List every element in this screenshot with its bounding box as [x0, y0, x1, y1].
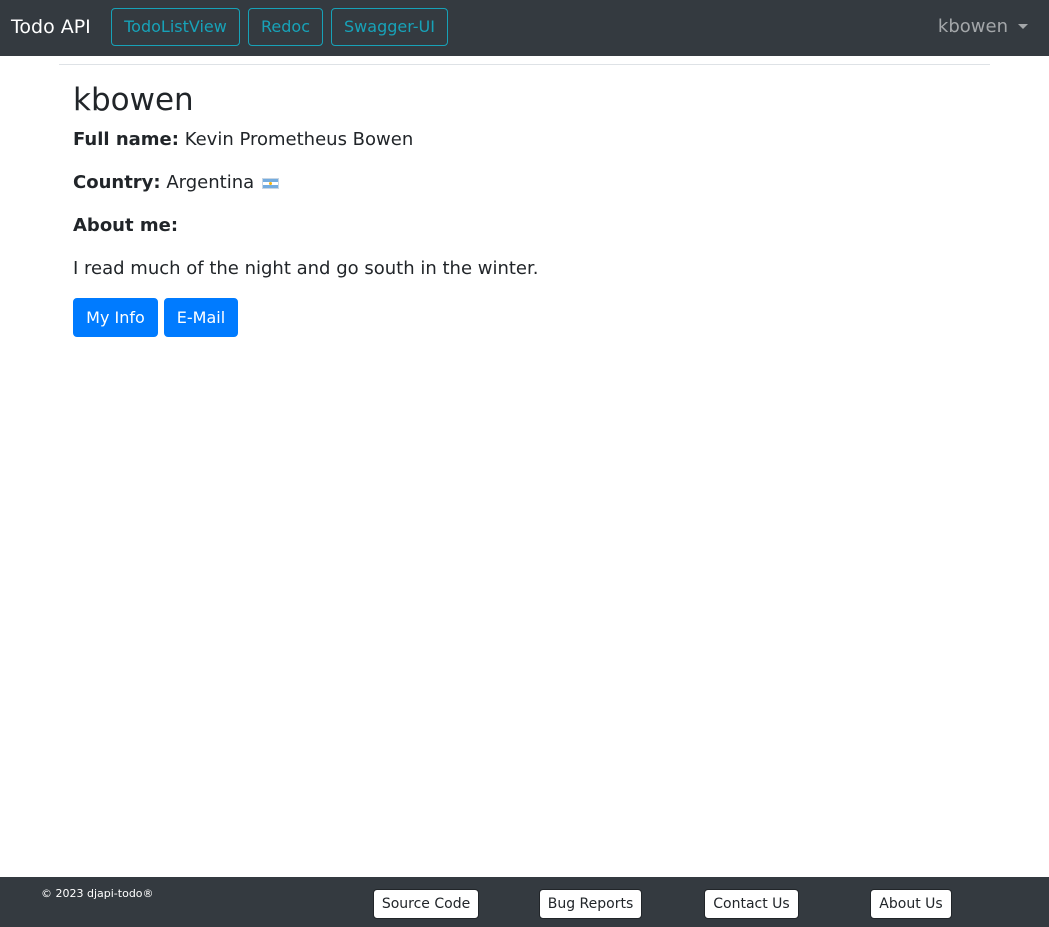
- argentina-flag-icon: [261, 178, 279, 189]
- copyright-text: © 2023 djapi-todo®: [41, 887, 154, 900]
- country-label: Country:: [73, 172, 161, 193]
- about-label: About me:: [73, 215, 179, 236]
- page-footer: © 2023 djapi-todo® Source Code Bug Repor…: [0, 877, 1049, 927]
- my-info-button[interactable]: My Info: [73, 298, 158, 337]
- country-value: Argentina: [166, 172, 255, 193]
- page-title: kbowen: [73, 82, 194, 118]
- content-divider: [59, 64, 990, 65]
- contact-us-button[interactable]: Contact Us: [704, 889, 799, 919]
- full-name-label: Full name:: [73, 129, 179, 150]
- redoc-button[interactable]: Redoc: [248, 8, 323, 46]
- todolistview-button[interactable]: TodoListView: [111, 8, 240, 46]
- about-us-button[interactable]: About Us: [870, 889, 952, 919]
- user-menu-label: kbowen: [937, 16, 1008, 37]
- brand-link[interactable]: Todo API: [11, 15, 91, 39]
- swagger-ui-button[interactable]: Swagger-UI: [331, 8, 448, 46]
- bug-reports-button[interactable]: Bug Reports: [539, 889, 642, 919]
- profile-section: kbowen Full name: Kevin Prometheus Bowen…: [73, 80, 973, 298]
- chevron-down-icon: [1018, 24, 1028, 29]
- user-menu-dropdown[interactable]: kbowen: [938, 15, 1028, 39]
- full-name-row: Full name: Kevin Prometheus Bowen: [73, 126, 973, 153]
- full-name-value: Kevin Prometheus Bowen: [184, 129, 414, 150]
- top-navbar: Todo API TodoListView Redoc Swagger-UI k…: [0, 0, 1049, 56]
- about-row: About me:: [73, 212, 973, 239]
- source-code-button[interactable]: Source Code: [373, 889, 479, 919]
- country-row: Country: Argentina: [73, 169, 973, 196]
- email-button[interactable]: E-Mail: [164, 298, 238, 337]
- about-text: I read much of the night and go south in…: [73, 258, 539, 279]
